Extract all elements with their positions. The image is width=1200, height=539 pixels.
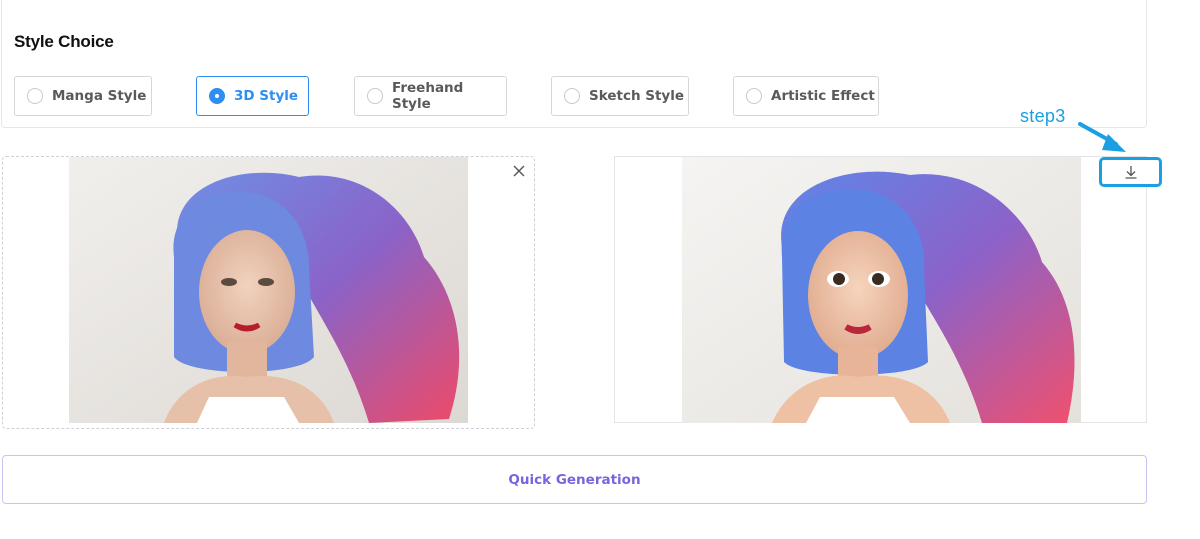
style-option-3d[interactable]: 3D Style [196, 76, 309, 116]
style-option-sketch[interactable]: Sketch Style [551, 76, 689, 116]
close-icon[interactable] [511, 163, 527, 179]
radio-icon [209, 88, 225, 104]
step-arrow-icon [1078, 122, 1126, 152]
style-option-artistic[interactable]: Artistic Effect [733, 76, 879, 116]
result-area [614, 156, 1147, 423]
style-option-manga[interactable]: Manga Style [14, 76, 152, 116]
upload-area[interactable] [2, 156, 535, 429]
style-option-label: 3D Style [234, 88, 299, 104]
style-option-label: Manga Style [52, 88, 147, 104]
download-icon [1125, 166, 1136, 179]
step-annotation-label: step3 [1020, 106, 1066, 126]
download-button[interactable] [1099, 157, 1162, 187]
style-option-label: Sketch Style [589, 88, 685, 104]
quick-generation-button[interactable]: Quick Generation [2, 455, 1147, 504]
style-option-label: Freehand Style [392, 80, 464, 112]
style-option-label: Artistic Effect [771, 88, 875, 104]
radio-icon [27, 88, 43, 104]
style-option-freehand[interactable]: Freehand Style [354, 76, 507, 116]
radio-icon [746, 88, 762, 104]
radio-icon [367, 88, 383, 104]
radio-icon [564, 88, 580, 104]
original-photo [69, 157, 468, 423]
result-photo [682, 157, 1081, 423]
section-title: Style Choice [14, 32, 114, 51]
